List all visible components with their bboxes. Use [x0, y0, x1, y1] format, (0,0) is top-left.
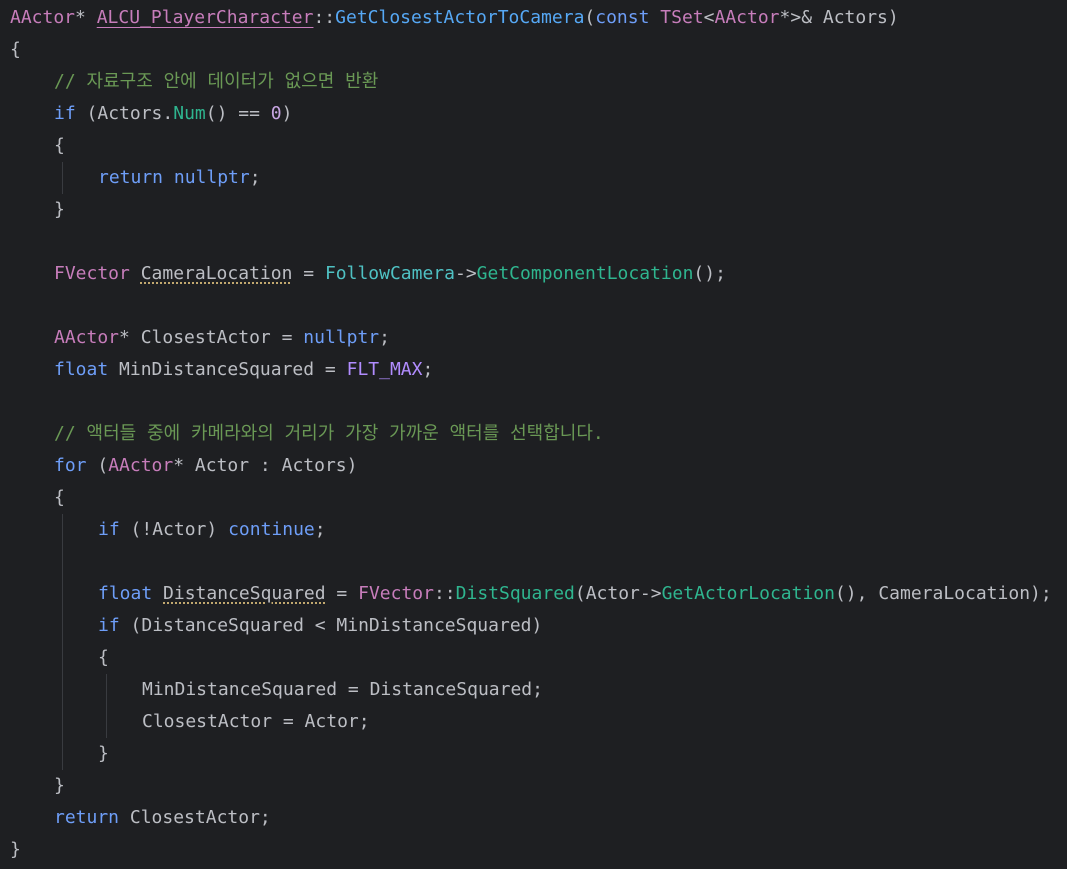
- code-token: }: [98, 743, 109, 764]
- code-token: GetComponentLocation: [476, 263, 694, 284]
- code-token: ();: [693, 263, 726, 284]
- code-line[interactable]: }: [98, 738, 109, 770]
- code-token: (Actor->: [574, 583, 662, 604]
- indent-guide-line: [62, 162, 63, 194]
- code-token: *: [75, 7, 97, 28]
- code-token: (: [584, 7, 596, 28]
- code-token: *>& Actors): [779, 7, 899, 28]
- code-token: nullptr: [303, 327, 380, 348]
- code-token: DistSquared: [455, 583, 575, 604]
- code-token: (: [86, 455, 109, 476]
- code-token: ): [281, 103, 293, 124]
- code-token: FLT_MAX: [346, 359, 423, 380]
- code-token: * Actor : Actors): [173, 455, 358, 476]
- code-token: 0: [270, 103, 282, 124]
- code-token: FVector: [54, 263, 130, 284]
- code-token: ;: [422, 359, 434, 380]
- code-token: ClosestActor = Actor;: [142, 711, 370, 732]
- indent-guide-line: [106, 674, 107, 738]
- code-token: (), CameraLocation);: [834, 583, 1052, 604]
- code-token: if: [98, 615, 120, 636]
- code-line[interactable]: }: [54, 770, 65, 802]
- code-line[interactable]: ClosestActor = Actor;: [142, 706, 370, 738]
- code-token: return: [54, 807, 120, 828]
- code-line[interactable]: // 자료구조 안에 데이터가 없으면 반환: [54, 66, 378, 98]
- code-line[interactable]: {: [98, 642, 109, 674]
- code-token: const: [595, 7, 650, 28]
- code-token: ;: [379, 327, 390, 348]
- code-token: AActor: [108, 455, 174, 476]
- code-line[interactable]: }: [54, 194, 65, 226]
- code-token: AActor: [10, 7, 76, 28]
- code-token: =: [325, 583, 359, 604]
- code-token: if: [98, 519, 120, 540]
- code-token: FollowCamera: [324, 263, 455, 284]
- code-token: ->: [454, 263, 477, 284]
- code-token: MinDistanceSquared = DistanceSquared;: [142, 679, 543, 700]
- code-token: {: [10, 39, 21, 60]
- indent-guide-line: [62, 514, 63, 770]
- code-token: <: [703, 7, 715, 28]
- code-token: }: [10, 839, 21, 860]
- code-line[interactable]: float MinDistanceSquared = FLT_MAX;: [54, 354, 433, 386]
- code-token: ALCU_PlayerCharacter: [96, 7, 314, 28]
- code-token: // 액터들 중에 카메라와의 거리가 가장 가까운 액터를 선택합니다.: [54, 423, 604, 444]
- code-token: Num: [173, 103, 206, 124]
- code-token: {: [54, 487, 65, 508]
- code-token: MinDistanceSquared =: [108, 359, 347, 380]
- code-token: ;: [249, 167, 261, 188]
- code-token: // 자료구조 안에 데이터가 없으면 반환: [54, 71, 379, 92]
- code-token: GetActorLocation: [661, 583, 835, 604]
- code-line[interactable]: return nullptr;: [98, 162, 261, 194]
- code-token: float: [54, 359, 109, 380]
- code-token: for: [54, 455, 87, 476]
- code-line[interactable]: {: [54, 130, 65, 162]
- code-token: CameraLocation: [140, 263, 293, 284]
- code-token: ::: [313, 7, 336, 28]
- code-line[interactable]: }: [10, 834, 21, 866]
- code-line[interactable]: FVector CameraLocation = FollowCamera->G…: [54, 258, 726, 290]
- code-token: TSet: [660, 7, 704, 28]
- code-token: }: [54, 775, 65, 796]
- code-token: return: [98, 167, 164, 188]
- code-token: AActor: [714, 7, 780, 28]
- code-token: nullptr: [173, 167, 250, 188]
- code-line[interactable]: return ClosestActor;: [54, 802, 271, 834]
- code-token: GetClosestActorToCamera: [335, 7, 585, 28]
- code-line[interactable]: // 액터들 중에 카메라와의 거리가 가장 가까운 액터를 선택합니다.: [54, 418, 604, 450]
- code-token: (DistanceSquared < MinDistanceSquared): [119, 615, 543, 636]
- code-line[interactable]: AActor* ClosestActor = nullptr;: [54, 322, 390, 354]
- code-line[interactable]: AActor* ALCU_PlayerCharacter::GetClosest…: [10, 2, 899, 34]
- code-line[interactable]: float DistanceSquared = FVector::DistSqu…: [98, 578, 1052, 610]
- code-line[interactable]: {: [10, 34, 21, 66]
- code-token: {: [98, 647, 109, 668]
- code-line[interactable]: MinDistanceSquared = DistanceSquared;: [142, 674, 543, 706]
- code-token: AActor: [54, 327, 120, 348]
- code-token: {: [54, 135, 65, 156]
- code-line[interactable]: for (AActor* Actor : Actors): [54, 450, 357, 482]
- code-line[interactable]: if (Actors.Num() == 0): [54, 98, 292, 130]
- code-token: * ClosestActor =: [119, 327, 304, 348]
- code-token: DistanceSquared: [163, 583, 326, 604]
- code-token: if: [54, 103, 76, 124]
- code-token: float: [98, 583, 153, 604]
- code-token: =: [292, 263, 325, 284]
- code-line[interactable]: {: [54, 482, 65, 514]
- code-editor[interactable]: AActor* ALCU_PlayerCharacter::GetClosest…: [0, 0, 1067, 869]
- code-token: ;: [314, 519, 326, 540]
- code-token: }: [54, 199, 65, 220]
- code-token: FVector: [358, 583, 434, 604]
- code-token: ::: [433, 583, 456, 604]
- code-token: ClosestActor;: [119, 807, 271, 828]
- code-line[interactable]: if (DistanceSquared < MinDistanceSquared…: [98, 610, 542, 642]
- code-token: (Actors.: [75, 103, 174, 124]
- code-token: continue: [228, 519, 315, 540]
- code-line[interactable]: if (!Actor) continue;: [98, 514, 326, 546]
- code-token: (!Actor): [119, 519, 229, 540]
- code-token: () ==: [205, 103, 271, 124]
